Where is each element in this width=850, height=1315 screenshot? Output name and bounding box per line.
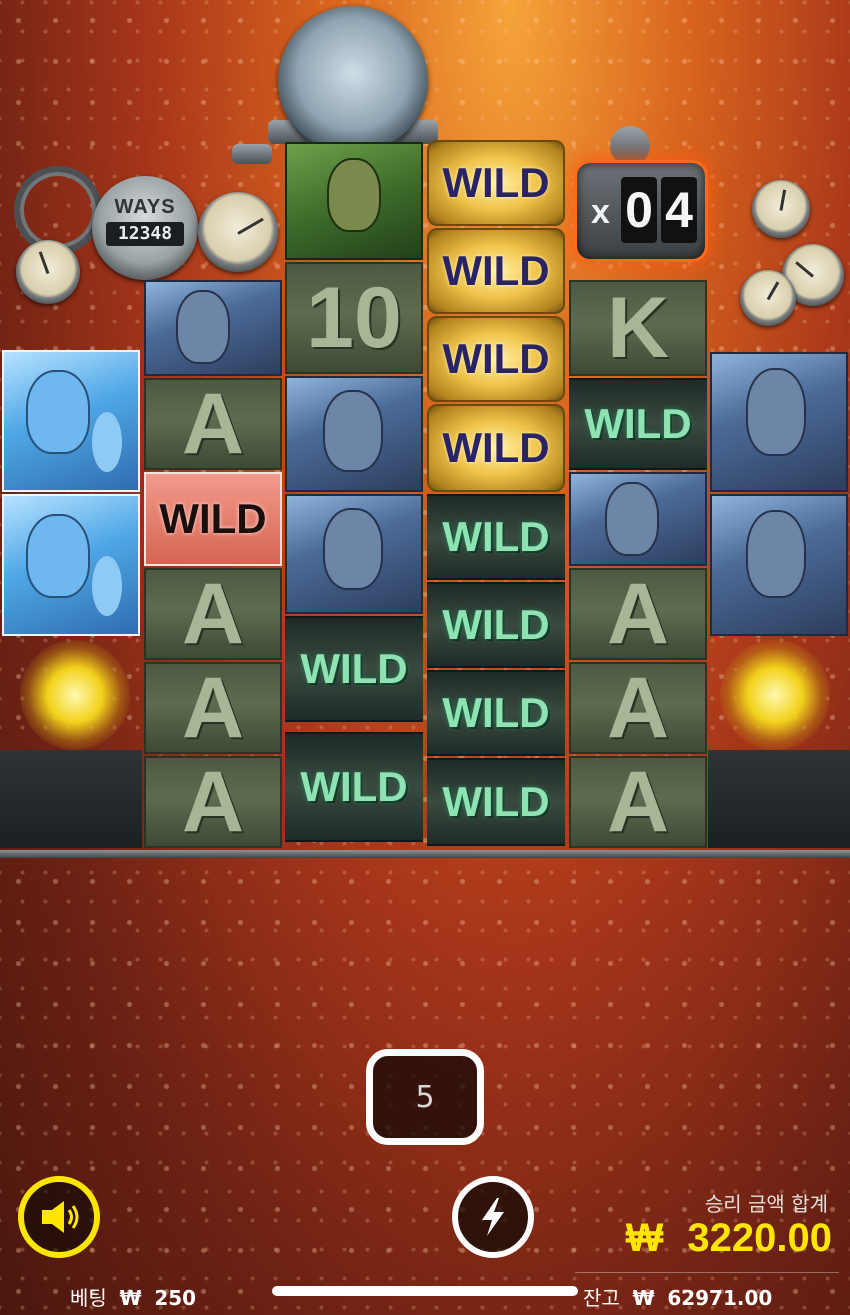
reel-grid: A WILD A A A 10 WILD WILD WILD WILD WILD… [0, 130, 850, 858]
total-win-amount: ₩3220.00 [626, 1216, 832, 1261]
symbol-wild: WILD [144, 472, 282, 566]
lightning-icon [482, 1198, 504, 1236]
symbol-hero [285, 494, 423, 614]
bet-currency: ₩ [119, 1286, 142, 1310]
symbol-wild-gold: WILD [427, 140, 565, 226]
symbol-hero [144, 280, 282, 376]
symbol-wild-gold: WILD [427, 316, 565, 402]
home-indicator[interactable] [272, 1286, 578, 1296]
symbol-wild: WILD [427, 582, 565, 668]
symbol-wild: WILD [285, 616, 423, 722]
reel-frame-bottom [0, 850, 850, 858]
balance-currency: ₩ [632, 1286, 655, 1310]
symbol-a: A [569, 662, 707, 754]
symbol-worker [285, 142, 423, 260]
free-spin-counter: 5 [366, 1049, 484, 1145]
reel-base-left [0, 750, 142, 848]
reel-base-right [708, 750, 850, 848]
bet-amount: 250 [154, 1286, 197, 1310]
lamp-left [20, 640, 130, 750]
symbol-a: A [569, 756, 707, 848]
free-spin-count: 5 [415, 1079, 435, 1115]
symbol-a: A [569, 568, 707, 660]
symbol-hero [569, 472, 707, 566]
sound-button[interactable] [18, 1176, 100, 1258]
symbol-a: A [144, 662, 282, 754]
speaker-icon [42, 1201, 79, 1233]
win-value: 3220.00 [687, 1216, 832, 1260]
symbol-wild: WILD [427, 670, 565, 756]
symbol-a: A [144, 378, 282, 470]
bet-label: 베팅 [70, 1286, 107, 1310]
symbol-wild: WILD [569, 378, 707, 470]
symbol-a: A [144, 756, 282, 848]
symbol-wild-gold: WILD [427, 404, 565, 492]
symbol-wild-gold: WILD [427, 228, 565, 314]
balance-label: 잔고 [583, 1286, 620, 1310]
symbol-hero-bright [2, 494, 140, 636]
symbol-hero [710, 494, 848, 636]
symbol-hero [710, 352, 848, 492]
symbol-wild: WILD [285, 732, 423, 842]
lamp-right [720, 640, 830, 750]
bet-display: 베팅 ₩ 250 [70, 1282, 196, 1311]
symbol-wild: WILD [427, 758, 565, 846]
win-currency: ₩ [625, 1216, 664, 1260]
symbol-wild: WILD [427, 494, 565, 580]
symbol-ten: 10 [285, 262, 423, 374]
balance-display: 잔고 ₩ 62971.00 [583, 1282, 772, 1311]
total-win-label: 승리 금액 합계 [704, 1192, 828, 1216]
win-divider [575, 1272, 839, 1273]
symbol-hero [285, 376, 423, 492]
balance-amount: 62971.00 [667, 1286, 773, 1310]
symbol-hero-bright [2, 350, 140, 492]
symbol-a: A [144, 568, 282, 660]
symbol-k: K [569, 280, 707, 376]
turbo-button[interactable] [452, 1176, 534, 1258]
